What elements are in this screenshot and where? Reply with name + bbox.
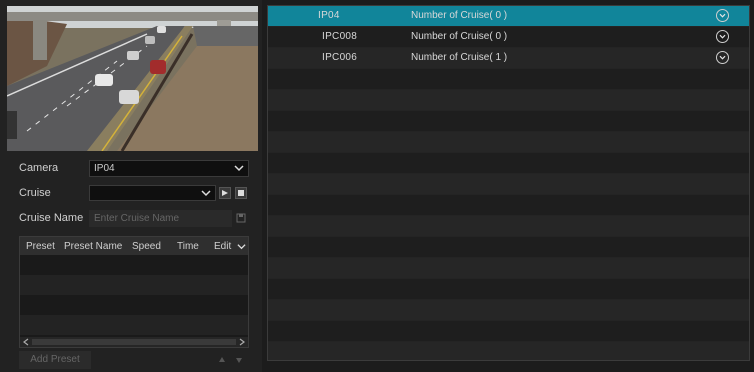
empty-list-row bbox=[268, 237, 749, 257]
cruise-label: Cruise bbox=[19, 187, 51, 199]
empty-list-row bbox=[268, 132, 749, 152]
camera-preview bbox=[7, 6, 258, 151]
stop-cruise-button[interactable] bbox=[235, 187, 247, 199]
expand-icon[interactable] bbox=[716, 9, 729, 22]
empty-list-row bbox=[268, 90, 749, 110]
row-cruise-count: Number of Cruise( 0 ) bbox=[411, 10, 508, 21]
cruise-name-placeholder: Enter Cruise Name bbox=[94, 213, 180, 224]
row-camera-name: IPC006 bbox=[322, 52, 358, 63]
scroll-right-icon[interactable] bbox=[238, 338, 246, 346]
chevron-down-icon[interactable] bbox=[237, 242, 246, 251]
empty-list-row bbox=[268, 258, 749, 278]
cruise-list-row[interactable]: IP04 Number of Cruise( 0 ) bbox=[268, 6, 749, 26]
add-preset-button[interactable]: Add Preset bbox=[19, 351, 91, 369]
scrollbar-thumb[interactable] bbox=[32, 339, 236, 345]
empty-list-row bbox=[268, 300, 749, 320]
empty-list-row bbox=[268, 216, 749, 236]
empty-list-row bbox=[268, 279, 749, 299]
cruise-name-label: Cruise Name bbox=[19, 212, 84, 224]
empty-list-row bbox=[268, 342, 749, 360]
scroll-left-icon[interactable] bbox=[22, 338, 30, 346]
empty-list-row bbox=[268, 195, 749, 215]
row-cruise-count: Number of Cruise( 0 ) bbox=[411, 31, 508, 42]
preset-table: Preset Preset Name Speed Time Edit bbox=[19, 236, 249, 348]
left-panel: Camera IP04 Cruise Cruise Name Enter Cru… bbox=[0, 0, 262, 372]
cruise-list-panel: IP04 Number of Cruise( 0 ) IPC008 Number… bbox=[267, 5, 750, 361]
camera-label: Camera bbox=[19, 162, 59, 174]
row-camera-name: IP04 bbox=[318, 10, 340, 21]
table-row bbox=[20, 295, 248, 315]
empty-list-row bbox=[268, 153, 749, 173]
cruise-name-input[interactable]: Enter Cruise Name bbox=[89, 210, 232, 227]
cruise-list-row[interactable]: IPC008 Number of Cruise( 0 ) bbox=[268, 27, 749, 47]
horizontal-scrollbar[interactable] bbox=[20, 337, 248, 347]
empty-list-row bbox=[268, 69, 749, 89]
play-cruise-button[interactable] bbox=[219, 187, 231, 199]
table-row bbox=[20, 315, 248, 335]
empty-list-row bbox=[268, 174, 749, 194]
cruise-select[interactable] bbox=[89, 185, 216, 201]
save-icon[interactable] bbox=[236, 213, 246, 223]
cruise-list-row[interactable]: IPC006 Number of Cruise( 1 ) bbox=[268, 48, 749, 68]
camera-select[interactable]: IP04 bbox=[89, 160, 249, 177]
move-up-icon[interactable] bbox=[218, 356, 226, 364]
stop-icon bbox=[238, 190, 244, 196]
row-cruise-count: Number of Cruise( 1 ) bbox=[411, 52, 508, 63]
table-row bbox=[20, 255, 248, 275]
expand-icon[interactable] bbox=[716, 30, 729, 43]
camera-select-value: IP04 bbox=[94, 163, 115, 174]
camera-preview-image bbox=[7, 6, 258, 151]
col-time: Time bbox=[177, 240, 199, 252]
preset-table-header: Preset Preset Name Speed Time Edit bbox=[20, 237, 248, 255]
play-icon bbox=[222, 190, 228, 196]
empty-list-row bbox=[268, 111, 749, 131]
chevron-down-icon bbox=[234, 165, 244, 172]
expand-icon[interactable] bbox=[716, 51, 729, 64]
empty-list-row bbox=[268, 321, 749, 341]
col-preset: Preset bbox=[26, 240, 55, 252]
move-down-icon[interactable] bbox=[235, 356, 243, 364]
col-speed: Speed bbox=[132, 240, 161, 252]
table-row bbox=[20, 275, 248, 295]
col-edit: Edit bbox=[214, 240, 232, 252]
col-preset-name: Preset Name bbox=[64, 240, 123, 252]
row-camera-name: IPC008 bbox=[322, 31, 358, 42]
chevron-down-icon bbox=[201, 190, 211, 197]
